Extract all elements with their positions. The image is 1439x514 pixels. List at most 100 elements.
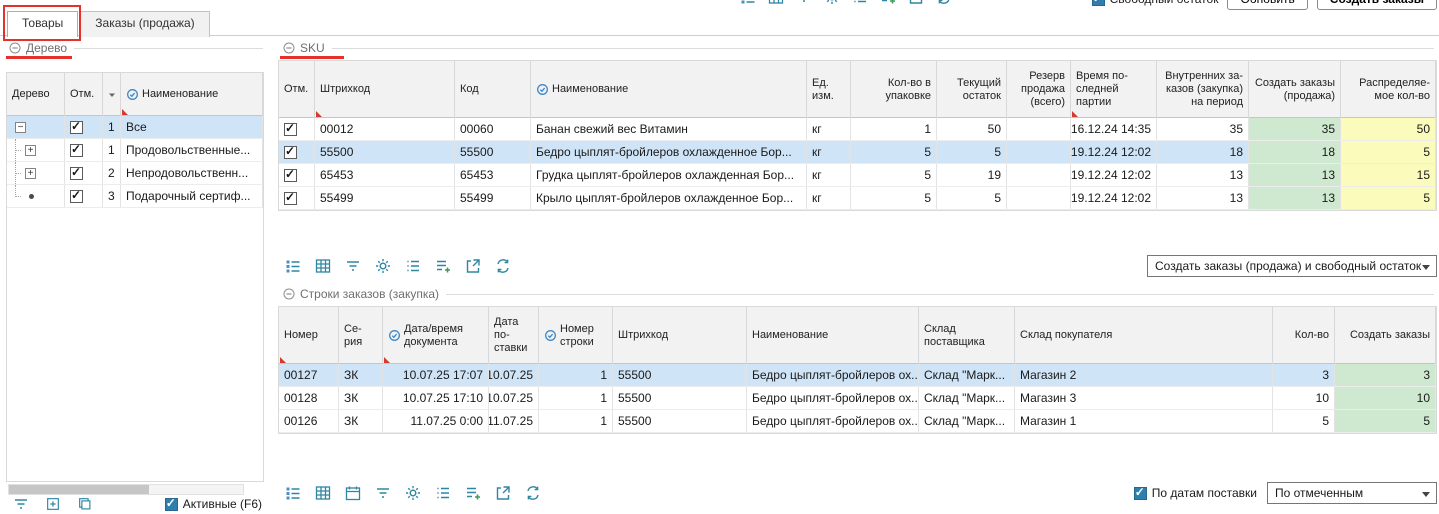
collapse-tree-icon[interactable]	[9, 42, 21, 54]
row-checkbox[interactable]	[284, 192, 297, 205]
tree-expander[interactable]	[29, 194, 34, 199]
tree-col-header[interactable]: Дерево	[7, 73, 65, 116]
line-cell: 1	[539, 364, 613, 386]
pack-cell: 5	[851, 141, 937, 163]
list-icon[interactable]	[735, 0, 761, 7]
name-col-header[interactable]: Наименование	[531, 61, 807, 118]
app-window: Свободный остаток Обновить Создать заказ…	[0, 0, 1439, 512]
gear-icon[interactable]	[819, 0, 845, 7]
filter-icon[interactable]	[370, 483, 396, 503]
pack-col-header[interactable]: Кол-во в упаковке	[851, 61, 937, 118]
name-col-header[interactable]: Наименование	[747, 307, 919, 364]
collapse-orders-icon[interactable]	[283, 288, 295, 300]
unit-col-header[interactable]: Ед. изм.	[807, 61, 851, 118]
free-stock-checkbox[interactable]	[1092, 0, 1105, 6]
gear-icon[interactable]	[400, 483, 426, 503]
sort-col-header[interactable]	[103, 73, 121, 116]
tree-expander[interactable]: −	[15, 122, 26, 133]
reserve-col-header[interactable]: Резерв продажа (всего)	[1007, 61, 1071, 118]
tab-tovary[interactable]: Товары	[7, 11, 78, 37]
tree-row[interactable]: + 1 Продовольственные...	[7, 139, 263, 162]
number-col-header[interactable]: Номер	[279, 307, 339, 364]
distribute-col-header[interactable]: Распределяе- мое кол-во	[1341, 61, 1436, 118]
table-icon[interactable]	[763, 0, 789, 7]
row-checkbox[interactable]	[70, 121, 83, 134]
marked-filter-combobox[interactable]: По отмеченным	[1267, 482, 1437, 504]
scrollbar-thumb[interactable]	[9, 485, 149, 494]
create-col-header[interactable]: Создать заказы (продажа)	[1249, 61, 1341, 118]
create-orders-mode-combobox[interactable]: Создать заказы (продажа) и свободный ост…	[1147, 255, 1437, 277]
plus-box-icon[interactable]	[40, 494, 66, 514]
row-checkbox[interactable]	[284, 146, 297, 159]
create-orders-button[interactable]: Создать заказы	[1317, 0, 1437, 10]
add-list-icon[interactable]	[460, 483, 486, 503]
calendar-icon[interactable]	[340, 483, 366, 503]
order-row[interactable]: 00126 ЗК 11.07.25 0:00 11.07.25 1 55500 …	[279, 410, 1436, 433]
tree-expander[interactable]: +	[25, 168, 36, 179]
filter-icon[interactable]	[340, 256, 366, 276]
active-f6-checkbox[interactable]	[165, 498, 178, 511]
internal-col-header[interactable]: Внутренних за- казов (закупка) на период	[1157, 61, 1249, 118]
tree-row[interactable]: − 1 Все	[7, 116, 263, 139]
numbered-list-icon[interactable]	[430, 483, 456, 503]
series-col-header[interactable]: Се- рия	[339, 307, 383, 364]
sku-row[interactable]: 00012 00060 Банан свежий вес Витамин кг …	[279, 118, 1436, 141]
row-checkbox[interactable]	[284, 169, 297, 182]
sync-icon[interactable]	[520, 483, 546, 503]
orders-panel-title: Строки заказов (закупка)	[300, 287, 439, 301]
tree-expander[interactable]: +	[25, 145, 36, 156]
supplier-col-header[interactable]: Склад поставщика	[919, 307, 1015, 364]
add-list-icon[interactable]	[875, 0, 901, 7]
copy-icon[interactable]	[72, 494, 98, 514]
delivery-dates-checkbox[interactable]	[1134, 487, 1147, 500]
export-icon[interactable]	[490, 483, 516, 503]
collapse-sku-icon[interactable]	[283, 42, 295, 54]
list-icon[interactable]	[280, 256, 306, 276]
tree-row[interactable]: 3 Подарочный сертиф...	[7, 185, 263, 208]
sku-row[interactable]: 55499 55499 Крыло цыплят-бройлеров охлаж…	[279, 187, 1436, 210]
export-icon[interactable]	[460, 256, 486, 276]
sku-row[interactable]: 65453 65453 Грудка цыплят-бройлеров охла…	[279, 164, 1436, 187]
list-icon[interactable]	[280, 483, 306, 503]
filter-icon[interactable]	[8, 494, 34, 514]
numbered-list-icon[interactable]	[400, 256, 426, 276]
code-cell: 55500	[455, 141, 531, 163]
delivery-col-header[interactable]: Дата по- ставки	[489, 307, 539, 364]
sync-icon[interactable]	[931, 0, 957, 7]
name-col-header[interactable]: Наименование	[121, 73, 263, 116]
mark-col-header[interactable]: Отм.	[65, 73, 103, 116]
tree-row[interactable]: + 2 Непродовольственн...	[7, 162, 263, 185]
qty-col-header[interactable]: Кол-во	[1273, 307, 1335, 364]
code-col-header[interactable]: Код	[455, 61, 531, 118]
numbered-list-icon[interactable]	[847, 0, 873, 7]
barcode-col-header[interactable]: Штрихкод	[613, 307, 747, 364]
otm-col-header[interactable]: Отм.	[279, 61, 315, 118]
barcode-col-header[interactable]: Штрихкод	[315, 61, 455, 118]
sync-icon[interactable]	[490, 256, 516, 276]
export-icon[interactable]	[903, 0, 929, 7]
gear-icon[interactable]	[370, 256, 396, 276]
otm-cell	[279, 187, 315, 209]
table-icon[interactable]	[310, 256, 336, 276]
current-col-header[interactable]: Текущий остаток	[937, 61, 1007, 118]
datetime-col-header[interactable]: Дата/время документа	[383, 307, 489, 364]
filter-icon[interactable]	[791, 0, 817, 7]
internal-cell: 13	[1157, 187, 1249, 209]
create-cell: 3	[1335, 364, 1436, 386]
refresh-button[interactable]: Обновить	[1227, 0, 1307, 10]
line-col-header[interactable]: Номер строки	[539, 307, 613, 364]
buyer-col-header[interactable]: Склад покупателя	[1015, 307, 1273, 364]
order-row[interactable]: 00127 ЗК 10.07.25 17:07 10.07.25 1 55500…	[279, 364, 1436, 387]
row-checkbox[interactable]	[70, 144, 83, 157]
create-cell: 18	[1249, 141, 1341, 163]
row-checkbox[interactable]	[70, 190, 83, 203]
order-row[interactable]: 00128 ЗК 10.07.25 17:10 10.07.25 1 55500…	[279, 387, 1436, 410]
tab-zakazy-prodazha[interactable]: Заказы (продажа)	[80, 11, 209, 37]
table-icon[interactable]	[310, 483, 336, 503]
create-col-header[interactable]: Создать заказы	[1335, 307, 1436, 364]
row-checkbox[interactable]	[284, 123, 297, 136]
batch-col-header[interactable]: Время по- следней партии	[1071, 61, 1157, 118]
add-list-icon[interactable]	[430, 256, 456, 276]
sku-row[interactable]: 55500 55500 Бедро цыплят-бройлеров охлаж…	[279, 141, 1436, 164]
row-checkbox[interactable]	[70, 167, 83, 180]
